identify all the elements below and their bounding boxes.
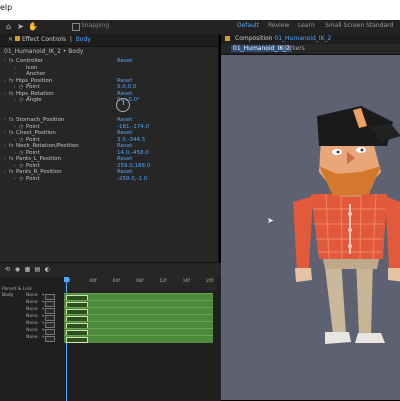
header-source-name: Parent & Link xyxy=(2,287,32,292)
effect-controls-panel: ✕ Effect Controls | Body 01_Humanoid_IK_… xyxy=(0,34,219,262)
composition-tab[interactable]: Composition 01_Humanoid_IK_2 xyxy=(221,34,400,44)
home-icon[interactable]: ⌂ xyxy=(4,22,13,31)
right-hand xyxy=(388,268,400,282)
layer-row[interactable]: None ▾ xyxy=(0,321,64,328)
time-ruler[interactable]: 0f00f04f08f12f16f20f xyxy=(64,277,217,291)
effect-controls-tab[interactable]: ✕ Effect Controls | Body xyxy=(0,34,218,47)
chevron-down-icon[interactable]: ▾ xyxy=(42,307,44,312)
stopwatch-icon[interactable]: ◷ xyxy=(19,176,23,183)
layer-duration-bar[interactable] xyxy=(64,335,213,343)
layer-row[interactable]: None ▾ xyxy=(0,335,64,342)
right-pupil xyxy=(360,148,364,152)
layer-row[interactable]: None ▾ xyxy=(0,314,64,321)
workspace-review[interactable]: Review xyxy=(268,22,289,29)
timeline-controls: ⟲ ◉ ▦ ▤ ◐ xyxy=(0,263,221,277)
breadcrumb: 01_Humanoid_IK_2 • Body xyxy=(4,48,84,55)
stopwatch-icon[interactable]: ◷ xyxy=(19,97,23,104)
chevron-down-icon[interactable]: ▾ xyxy=(42,300,44,305)
chevron-down-icon[interactable]: ▾ xyxy=(42,293,44,298)
mouse-cursor-icon: ➤ xyxy=(267,216,274,225)
layer-row[interactable]: None ▾ xyxy=(0,328,64,335)
chevron-down-icon[interactable]: ▾ xyxy=(42,321,44,326)
layer-row[interactable]: None ▾ xyxy=(0,300,64,307)
right-arm xyxy=(385,196,400,272)
ruler-tick-label: 04f xyxy=(112,279,120,284)
lock-icon[interactable] xyxy=(15,36,20,41)
workspace-default[interactable]: Default xyxy=(237,22,259,29)
left-leg xyxy=(324,259,346,334)
timeline-panel: ⟲ ◉ ▦ ▤ ◐ 0f00f04f08f12f16f20f Parent & … xyxy=(0,262,221,401)
property-row[interactable]: › ◷ Point -259.0,-1.0 xyxy=(0,176,218,183)
shy-layers-icon[interactable]: ◐ xyxy=(44,266,51,273)
menu-bar: elp xyxy=(0,0,400,20)
snapping-label: Snapping xyxy=(81,22,110,29)
composition-title: Composition xyxy=(235,35,273,42)
layer-name[interactable]: Body xyxy=(2,293,13,298)
effect-controls-title: Effect Controls xyxy=(22,36,66,43)
ruler-tick-label: 20f xyxy=(206,279,214,284)
property-row[interactable]: › ◷ Angle 0x+0.0° xyxy=(0,97,218,104)
menu-help[interactable]: elp xyxy=(0,3,12,12)
workspace-learn[interactable]: Learn xyxy=(298,22,315,29)
composition-panel: Composition 01_Humanoid_IK_2 01_Humanoid… xyxy=(221,34,400,400)
frame-blend-icon[interactable]: ▦ xyxy=(24,266,31,273)
chevron-down-icon[interactable]: ▾ xyxy=(42,328,44,333)
left-arm xyxy=(293,196,313,272)
layer-row[interactable]: None ▾ xyxy=(0,307,64,314)
chevron-down-icon[interactable]: ▾ xyxy=(42,335,44,340)
character-illustration xyxy=(293,106,400,344)
ruler-tick-label: 16f xyxy=(182,279,190,284)
composition-name: 01_Humanoid_IK_2 xyxy=(274,35,332,42)
left-shoe xyxy=(325,332,351,344)
right-shoe xyxy=(355,333,385,343)
parent-dropdown[interactable]: None xyxy=(26,335,38,340)
ruler-tick-label: 12f xyxy=(159,279,167,284)
left-hand xyxy=(295,268,312,282)
ruler-tick-label: 00f xyxy=(89,279,97,284)
left-pupil xyxy=(336,150,340,154)
chevron-down-icon[interactable]: ▾ xyxy=(42,314,44,319)
disclosure-triangle-icon[interactable]: › xyxy=(14,176,16,183)
parent-dropdown[interactable]: None xyxy=(26,307,38,312)
property-value[interactable]: -259.0,-1.0 xyxy=(117,176,147,183)
workspace-small-screen[interactable]: Small Screen xyxy=(325,22,364,29)
layer-switch[interactable] xyxy=(45,336,55,342)
disclosure-triangle-icon[interactable]: › xyxy=(14,97,16,104)
parent-dropdown[interactable]: None xyxy=(26,328,38,333)
parent-dropdown[interactable]: None xyxy=(26,300,38,305)
hand-tool-icon[interactable]: ✋ xyxy=(28,22,38,31)
graph-editor-icon[interactable]: ▤ xyxy=(34,266,41,273)
angle-dial[interactable] xyxy=(116,98,130,112)
property-label: Point xyxy=(26,175,40,182)
workspace-standard[interactable]: Standard xyxy=(366,22,393,29)
composition-icon xyxy=(225,36,230,41)
snapping-checkbox[interactable] xyxy=(72,23,80,31)
layer-row[interactable]: Body None ▾ xyxy=(0,293,64,300)
toolbar: ⌂ ➤ ✋ Snapping Default Review Learn Smal… xyxy=(0,20,400,35)
draft-3d-icon[interactable]: ⟲ xyxy=(4,266,11,273)
markers-tab[interactable]: Markers xyxy=(281,45,305,52)
property-label: Angle xyxy=(26,97,42,103)
keyframe-block[interactable] xyxy=(66,337,88,343)
right-leg xyxy=(356,259,373,336)
parent-dropdown[interactable]: None xyxy=(26,314,38,319)
parent-dropdown[interactable]: None xyxy=(26,293,38,298)
close-icon[interactable]: ✕ xyxy=(8,36,13,43)
ruler-tick-label: 08f xyxy=(136,279,144,284)
selection-tool-icon[interactable]: ➤ xyxy=(16,22,25,31)
effect-controls-layer: Body xyxy=(75,36,91,43)
motion-blur-icon[interactable]: ◉ xyxy=(14,266,21,273)
parent-dropdown[interactable]: None xyxy=(26,321,38,326)
